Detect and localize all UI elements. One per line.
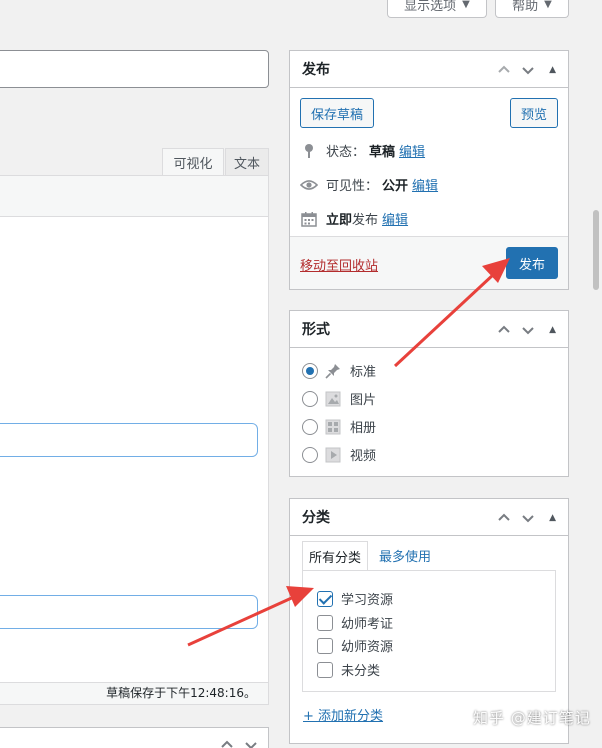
caret-down-icon: ▼ (544, 0, 552, 10)
preview-button[interactable]: 预览 (510, 98, 558, 128)
bottom-meta-box (0, 727, 269, 748)
add-new-category-link[interactable]: + 添加新分类 (303, 705, 383, 724)
visibility-edit-link[interactable]: 编辑 (412, 175, 438, 194)
schedule-row: 立即 发布 编辑 (300, 209, 408, 228)
chevron-up-icon[interactable] (497, 323, 511, 337)
format-label: 图片 (350, 393, 377, 408)
save-draft-button[interactable]: 保存草稿 (300, 98, 374, 128)
category-checkbox[interactable] (317, 637, 333, 654)
format-radio[interactable] (302, 418, 318, 435)
help-button[interactable]: 帮助 ▼ (495, 0, 569, 18)
visibility-row: 可见性： 公开 编辑 (300, 175, 438, 194)
tab-all-categories[interactable]: 所有分类 (302, 541, 368, 570)
toggle-triangle-icon[interactable]: ▲ (549, 325, 556, 335)
watermark: 知乎 @建订笔记 (473, 709, 591, 727)
category-label: 幼师资源 (341, 640, 394, 655)
category-item[interactable]: 幼师考证 (317, 613, 393, 632)
editor-block-1[interactable] (0, 423, 258, 457)
pushpin-icon (324, 362, 342, 380)
format-label: 相册 (350, 421, 377, 436)
image-icon (324, 390, 342, 408)
publish-panel-header: 发布 ▲ (290, 51, 568, 88)
format-radio[interactable] (302, 362, 318, 379)
category-label: 幼师考证 (341, 617, 394, 632)
format-label: 标准 (350, 365, 377, 380)
chevron-up-icon[interactable] (497, 511, 511, 525)
tab-text[interactable]: 文本 (225, 148, 269, 175)
chevron-down-icon[interactable] (521, 323, 535, 337)
status-row: 状态： 草稿 编辑 (300, 141, 425, 160)
category-checkbox[interactable] (317, 614, 333, 631)
status-edit-link[interactable]: 编辑 (399, 141, 425, 160)
schedule-bold: 立即 (326, 213, 353, 228)
gallery-icon (324, 418, 342, 436)
help-label: 帮助 (512, 0, 539, 14)
category-checkbox[interactable] (317, 590, 333, 607)
visibility-value: 公开 (382, 179, 409, 194)
chevron-down-icon[interactable] (521, 63, 535, 77)
publish-actions: 移动至回收站 发布 (290, 236, 568, 289)
publish-panel-title: 发布 (302, 62, 330, 78)
format-panel-title: 形式 (302, 322, 330, 338)
toggle-triangle-icon[interactable]: ▲ (549, 513, 556, 523)
category-item[interactable]: 学习资源 (317, 589, 393, 608)
caret-down-icon: ▼ (462, 0, 470, 10)
format-panel-header: 形式 ▲ (290, 311, 568, 348)
publish-panel: 发布 ▲ 保存草稿 预览 状态： 草稿 编辑 可见性： 公开 编辑 立即 发布 … (289, 50, 569, 290)
chevron-down-icon[interactable] (521, 511, 535, 525)
pin-icon (300, 142, 318, 160)
category-item[interactable]: 幼师资源 (317, 636, 393, 655)
schedule-edit-link[interactable]: 编辑 (382, 209, 408, 228)
tab-visual[interactable]: 可视化 (162, 148, 224, 175)
format-panel: 形式 ▲ 标准 图片 相册 视频 (289, 310, 569, 477)
category-checkbox[interactable] (317, 661, 333, 678)
format-radio[interactable] (302, 446, 318, 463)
format-option-image[interactable]: 图片 (302, 389, 376, 408)
chevron-up-icon[interactable] (497, 63, 511, 77)
status-label: 状态： (326, 145, 366, 160)
toggle-triangle-icon[interactable]: ▲ (549, 65, 556, 75)
visibility-label: 可见性： (326, 179, 379, 194)
publish-button[interactable]: 发布 (506, 247, 558, 279)
format-option-gallery[interactable]: 相册 (302, 417, 376, 436)
screen-options-label: 显示选项 (404, 0, 457, 14)
page-scrollbar[interactable] (590, 0, 602, 748)
format-option-video[interactable]: 视频 (302, 445, 376, 464)
screen-options-button[interactable]: 显示选项 ▼ (387, 0, 487, 18)
format-option-standard[interactable]: 标准 (302, 361, 376, 380)
editor-toolbar (0, 176, 268, 217)
scrollbar-thumb[interactable] (593, 210, 599, 290)
chevron-down-icon[interactable] (244, 738, 258, 748)
format-label: 视频 (350, 449, 377, 464)
chevron-up-icon[interactable] (220, 738, 234, 748)
category-checklist: 学习资源 幼师考证 幼师资源 未分类 (302, 570, 556, 692)
video-icon (324, 446, 342, 464)
tab-most-used[interactable]: 最多使用 (372, 541, 438, 570)
format-radio[interactable] (302, 390, 318, 407)
calendar-icon (300, 210, 318, 228)
schedule-label: 发布 (352, 213, 379, 228)
editor-status-bar: 草稿保存于下午12:48:16。 (0, 682, 268, 704)
eye-icon (300, 176, 318, 194)
categories-panel-header: 分类 ▲ (290, 499, 568, 536)
post-title-input[interactable] (0, 50, 269, 88)
category-label: 未分类 (341, 664, 381, 679)
category-item[interactable]: 未分类 (317, 660, 380, 679)
status-value: 草稿 (369, 145, 396, 160)
move-to-trash-link[interactable]: 移动至回收站 (300, 255, 378, 274)
category-label: 学习资源 (341, 593, 394, 608)
editor-block-2[interactable] (0, 595, 258, 629)
categories-panel-title: 分类 (302, 510, 330, 526)
